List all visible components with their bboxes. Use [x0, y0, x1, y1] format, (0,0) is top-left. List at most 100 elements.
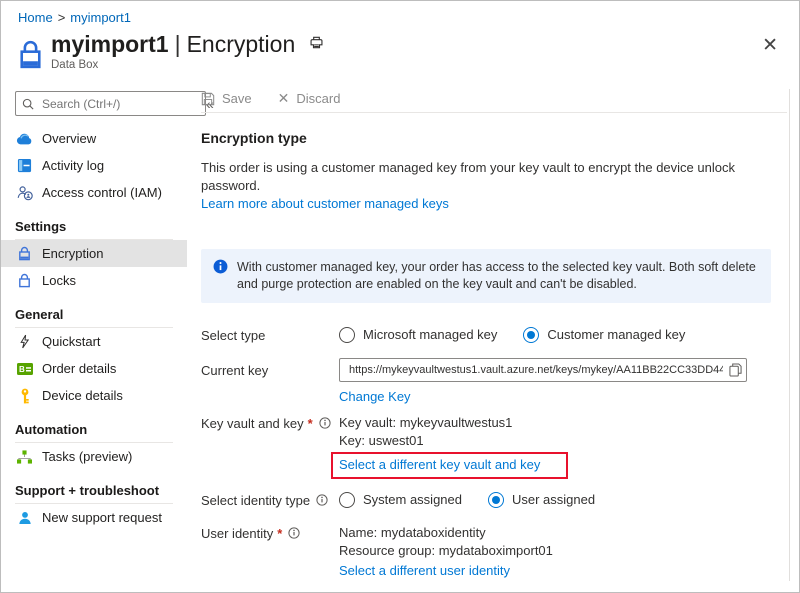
radio-label: System assigned — [363, 492, 462, 507]
content-right-divider — [789, 89, 790, 581]
breadcrumb-home[interactable]: Home — [18, 10, 53, 25]
identity-name: Name: mydataboxidentity — [339, 524, 787, 542]
sidebar-item-device-details[interactable]: Device details — [1, 382, 187, 409]
save-button[interactable]: Save — [201, 91, 252, 106]
encryption-description: This order is using a customer managed k… — [201, 159, 787, 195]
key-vault-info-icon[interactable] — [319, 417, 331, 429]
radio-checked-icon — [523, 327, 539, 343]
select-user-identity-link[interactable]: Select a different user identity — [339, 562, 510, 580]
device-details-key-icon — [16, 387, 33, 404]
save-label: Save — [222, 91, 252, 106]
breadcrumb-separator: > — [53, 10, 71, 25]
sidebar-item-label: Overview — [42, 131, 96, 146]
sidebar-header-general: General — [15, 301, 173, 328]
info-banner-text: With customer managed key, your order ha… — [237, 259, 759, 293]
sidebar-item-label: New support request — [42, 510, 162, 525]
radio-unchecked-icon — [339, 327, 355, 343]
identity-type-info-icon[interactable] — [316, 494, 328, 506]
search-icon — [22, 98, 34, 110]
sidebar-item-order-details[interactable]: B Order details — [1, 355, 187, 382]
encryption-form: Select type Microsoft managed key Custom… — [201, 326, 787, 580]
user-identity-info-icon[interactable] — [288, 527, 300, 539]
radio-unchecked-icon — [339, 492, 355, 508]
support-person-icon — [16, 509, 33, 526]
sidebar-item-label: Order details — [42, 361, 116, 376]
select-type-row: Select type Microsoft managed key Custom… — [201, 326, 787, 343]
discard-label: Discard — [296, 91, 340, 106]
access-control-icon — [16, 184, 33, 201]
locks-icon — [16, 272, 33, 289]
activity-log-icon — [16, 157, 33, 174]
radio-label: Microsoft managed key — [363, 327, 497, 342]
radio-label: Customer managed key — [547, 327, 685, 342]
info-banner: With customer managed key, your order ha… — [201, 249, 771, 303]
learn-more-link[interactable]: Learn more about customer managed keys — [201, 196, 449, 211]
discard-button[interactable]: ✕ Discard — [278, 90, 341, 107]
sidebar-item-encryption[interactable]: Encryption — [1, 240, 187, 267]
sidebar-item-label: Locks — [42, 273, 76, 288]
radio-microsoft-managed-key[interactable]: Microsoft managed key — [339, 327, 497, 343]
quickstart-icon — [16, 333, 33, 350]
sidebar-item-new-support-request[interactable]: New support request — [1, 504, 187, 531]
sidebar-header-automation: Automation — [15, 416, 173, 443]
radio-user-assigned[interactable]: User assigned — [488, 492, 595, 508]
radio-system-assigned[interactable]: System assigned — [339, 492, 462, 508]
current-key-input[interactable] — [347, 363, 725, 377]
highlight-red-box: Select a different key vault and key — [331, 452, 568, 479]
identity-resource-group: Resource group: mydataboximport01 — [339, 542, 787, 560]
sidebar-item-label: Access control (IAM) — [42, 185, 162, 200]
change-key-link[interactable]: Change Key — [339, 389, 411, 404]
sidebar-item-quickstart[interactable]: Quickstart — [1, 328, 187, 355]
sidebar-item-overview[interactable]: Overview — [1, 125, 187, 152]
resource-name: myimport1 — [51, 31, 169, 57]
overview-icon — [16, 130, 33, 147]
sidebar-item-label: Encryption — [42, 246, 103, 261]
close-icon[interactable]: ✕ — [762, 34, 778, 57]
identity-type-label: Select identity type — [201, 493, 310, 508]
sidebar-item-access-control[interactable]: Access control (IAM) — [1, 179, 187, 206]
breadcrumb: Home>myimport1 — [18, 10, 131, 25]
page-title-block: myimport1|Encryption Data Box — [51, 32, 324, 71]
select-key-vault-link[interactable]: Select a different key vault and key — [339, 457, 540, 472]
sidebar-group-main: Overview Activity log Access control (IA… — [1, 125, 187, 206]
info-icon — [213, 259, 228, 293]
sidebar-item-tasks[interactable]: Tasks (preview) — [1, 443, 187, 470]
page-name: Encryption — [187, 31, 296, 57]
resource-lock-icon — [17, 38, 44, 71]
discard-x-icon: ✕ — [278, 90, 290, 107]
sidebar-search[interactable] — [15, 91, 206, 116]
copy-icon[interactable] — [729, 363, 742, 377]
sidebar-group-general: General Quickstart B Order details Devic… — [1, 301, 187, 409]
sidebar-header-settings: Settings — [15, 213, 173, 240]
sidebar-item-label: Device details — [42, 388, 123, 403]
breadcrumb-current[interactable]: myimport1 — [70, 10, 131, 25]
encryption-lock-icon — [16, 245, 33, 262]
radio-customer-managed-key[interactable]: Customer managed key — [523, 327, 685, 343]
search-input[interactable] — [40, 96, 199, 112]
radio-label: User assigned — [512, 492, 595, 507]
identity-type-row: Select identity type System assigned Use… — [201, 491, 787, 508]
user-identity-row: User identity * Name: mydataboxidentity … — [201, 524, 787, 580]
sidebar-item-locks[interactable]: Locks — [1, 267, 187, 294]
key-vault-row: Key vault and key * Key vault: mykeyvaul… — [201, 414, 787, 479]
sidebar-item-activity-log[interactable]: Activity log — [1, 152, 187, 179]
sidebar-group-settings: Settings Encryption Locks — [1, 213, 187, 294]
svg-text:B: B — [19, 365, 25, 374]
save-icon — [201, 92, 215, 106]
current-key-field[interactable] — [339, 358, 747, 382]
current-key-label: Current key — [201, 363, 268, 378]
key-name: Key: uswest01 — [339, 432, 787, 450]
main-content: Save ✕ Discard Encryption type This orde… — [201, 89, 787, 580]
sidebar-item-label: Activity log — [42, 158, 104, 173]
sidebar: « Overview Activity log Access control (… — [1, 89, 187, 533]
order-details-icon: B — [16, 360, 33, 377]
sidebar-group-automation: Automation Tasks (preview) — [1, 416, 187, 470]
key-vault-name: Key vault: mykeyvaultwestus1 — [339, 414, 787, 432]
sidebar-header-support: Support + troubleshoot — [15, 477, 173, 504]
printer-icon[interactable] — [309, 35, 324, 50]
section-title: Encryption type — [201, 130, 787, 146]
key-vault-label: Key vault and key — [201, 416, 304, 431]
sidebar-group-support: Support + troubleshoot New support reque… — [1, 477, 187, 531]
encryption-page: Home>myimport1 myimport1|Encryption Data… — [0, 0, 800, 593]
page-title: myimport1|Encryption — [51, 32, 324, 57]
